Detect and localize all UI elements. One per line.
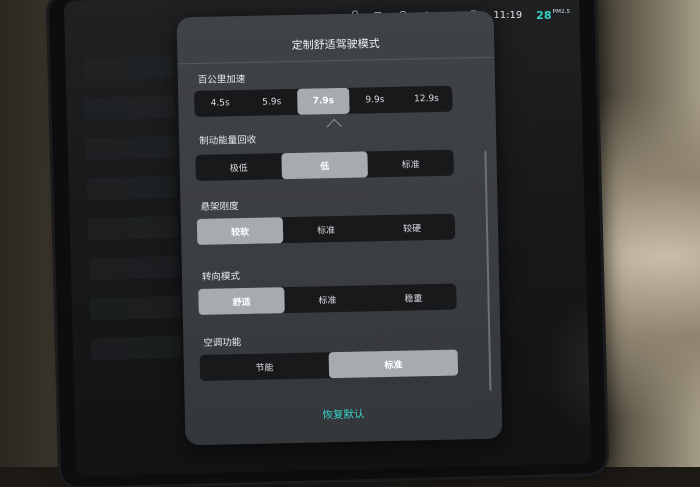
dialog-scrollbar[interactable] [484, 150, 492, 391]
sidebar-placeholder [84, 95, 175, 121]
acceleration-option-12-9s[interactable]: 12.9s [400, 86, 452, 113]
restore-defaults-button[interactable]: 恢复默认 [185, 404, 502, 426]
dialog-title: 定制舒适驾驶模式 [291, 37, 380, 52]
selected-pointer [326, 118, 343, 135]
regen-option-low[interactable]: 低 [281, 151, 368, 180]
climate-option-eco[interactable]: 节能 [200, 352, 330, 381]
sidebar-placeholder [83, 55, 174, 81]
background-sidebar [83, 38, 184, 460]
screen-glare [541, 284, 592, 449]
suspension-label: 悬架刚度 [200, 201, 239, 213]
suspension-selector: 较软 标准 较硬 [196, 213, 456, 245]
acceleration-option-5-9s[interactable]: 5.9s [246, 89, 298, 116]
climate-function-label: 空调功能 [203, 337, 242, 349]
regen-option-standard[interactable]: 标准 [367, 150, 454, 178]
regen-braking-label: 制动能量回收 [199, 134, 257, 147]
sidebar-placeholder [86, 175, 178, 201]
steering-option-comfort[interactable]: 舒适 [198, 287, 285, 315]
suspension-option-soft[interactable]: 较软 [196, 217, 284, 245]
temperature-unit: PM2.5 [552, 8, 570, 15]
sidebar-placeholder [89, 295, 181, 321]
acceleration-label: 百公里加速 [197, 73, 246, 86]
suspension-option-standard[interactable]: 标准 [283, 215, 370, 243]
acceleration-option-7-9s[interactable]: 7.9s [297, 87, 350, 115]
temperature-value: 28 [536, 8, 552, 22]
steering-option-standard[interactable]: 标准 [284, 285, 371, 313]
custom-comfort-mode-dialog: 定制舒适驾驶模式 百公里加速 4.5s 5.9s 7.9s 9.9s 12.9s… [176, 10, 503, 446]
regen-option-very-low[interactable]: 极低 [195, 153, 282, 181]
sidebar-placeholder [90, 335, 182, 361]
acceleration-selector: 4.5s 5.9s 7.9s 9.9s 12.9s [194, 85, 453, 118]
temperature-readout: 28PM2.5 [536, 9, 570, 22]
climate-option-standard[interactable]: 标准 [328, 349, 459, 379]
acceleration-option-9-9s[interactable]: 9.9s [349, 87, 401, 114]
acceleration-option-4-5s[interactable]: 4.5s [194, 90, 246, 117]
title-divider [177, 56, 495, 65]
steering-option-steady[interactable]: 稳重 [370, 284, 457, 312]
sidebar-placeholder [87, 215, 179, 241]
sidebar-placeholder [85, 135, 177, 161]
regen-braking-selector: 极低 低 标准 [195, 149, 454, 181]
sidebar-placeholder [88, 255, 180, 281]
steering-mode-selector: 舒适 标准 稳重 [198, 283, 457, 315]
clock: 11:19 [493, 9, 523, 21]
suspension-option-firm[interactable]: 较硬 [369, 214, 456, 242]
steering-mode-label: 转向模式 [201, 271, 241, 283]
climate-function-selector: 节能 标准 [199, 349, 459, 381]
